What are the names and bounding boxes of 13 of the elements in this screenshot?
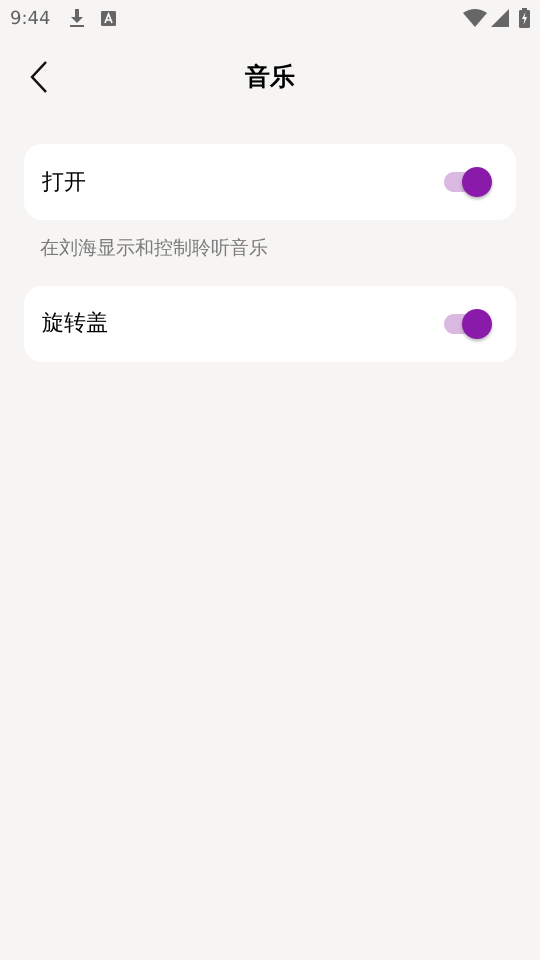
- toggle-switch[interactable]: [442, 167, 494, 197]
- toggle-switch[interactable]: [442, 308, 494, 338]
- page-title: 音乐: [245, 61, 295, 94]
- keyboard-icon: [101, 10, 116, 26]
- setting-label: 旋转盖: [42, 310, 109, 338]
- setting-label: 打开: [42, 168, 87, 196]
- signal-icon: [491, 9, 509, 27]
- setting-description: 在刘海显示和控制聆听音乐: [40, 236, 269, 261]
- wifi-icon: [463, 9, 487, 27]
- status-time: 9:44: [10, 6, 50, 30]
- battery-icon: [519, 8, 530, 28]
- download-icon: [68, 8, 86, 28]
- back-icon: [30, 61, 48, 93]
